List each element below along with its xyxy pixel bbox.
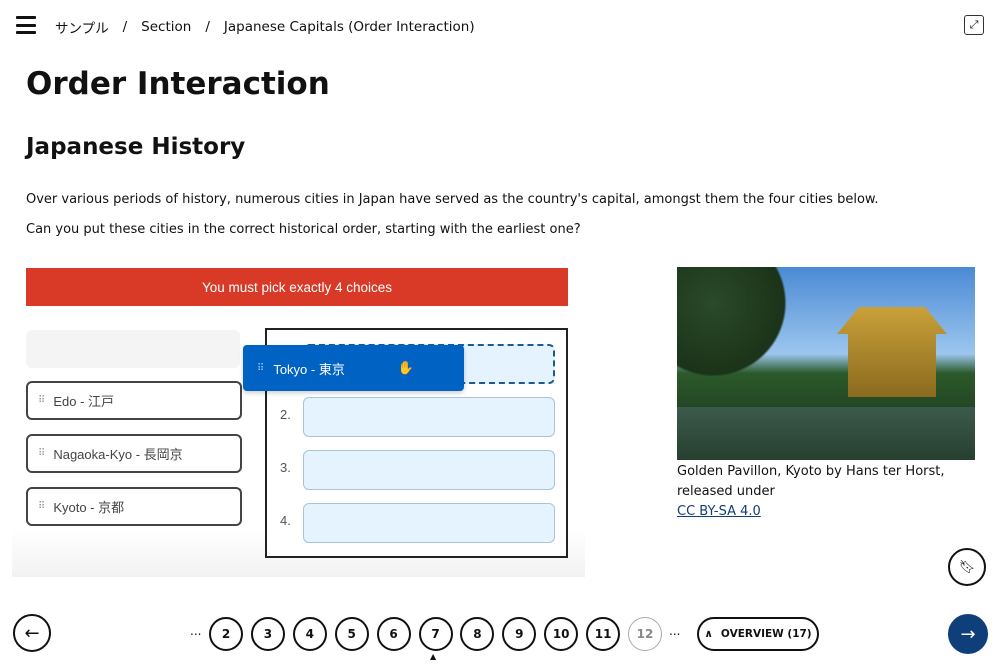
previous-button[interactable]: ← — [13, 614, 51, 652]
breadcrumb-separator: / — [122, 19, 128, 35]
slot-number: 2. — [280, 407, 291, 422]
hand-cursor-icon: ✋ — [397, 360, 414, 375]
bookmark-button[interactable]: 🔖︎ — [948, 548, 986, 586]
dragged-choice[interactable]: ⠿ Tokyo - 東京 ✋ — [243, 345, 464, 391]
choice-label: Nagaoka-Kyo - 長岡京 — [53, 447, 183, 462]
drag-handle-icon: ⠿ — [38, 448, 45, 459]
page-title: Order Interaction — [26, 66, 330, 102]
page-button-2[interactable]: 2 — [209, 617, 243, 651]
current-page-indicator-icon: ▲ — [430, 652, 437, 661]
ellipsis: ... — [669, 624, 681, 638]
error-banner: You must pick exactly 4 choices — [26, 268, 568, 306]
page-button-5[interactable]: 5 — [334, 617, 369, 651]
page-button-9[interactable]: 9 — [502, 617, 537, 651]
drag-handle-icon: ⠿ — [38, 395, 45, 406]
drag-handle-icon: ⠿ — [38, 501, 45, 512]
page-button-3[interactable]: 3 — [250, 617, 285, 651]
overview-button[interactable]: ∧ OVERVIEW (17) — [697, 617, 819, 651]
choice-item[interactable]: ⠿ Edo - 江戸 — [26, 381, 242, 420]
page-button-12[interactable]: 12 — [628, 617, 662, 651]
next-button[interactable]: → — [948, 614, 988, 654]
breadcrumb-item[interactable]: Section — [141, 19, 191, 35]
overview-label: OVERVIEW (17) — [720, 628, 812, 640]
breadcrumb-item: Japanese Capitals (Order Interaction) — [223, 19, 475, 35]
choice-item[interactable]: ⠿ Kyoto - 京都 — [26, 487, 242, 526]
slot-number: 3. — [280, 460, 291, 475]
caption-text: Golden Pavillon, Kyoto by Hans ter Horst… — [677, 464, 945, 499]
slot-number: 4. — [280, 513, 291, 528]
page-button-11[interactable]: 11 — [586, 617, 621, 651]
choice-label: Edo - 江戸 — [53, 394, 115, 409]
page-button-6[interactable]: 6 — [376, 617, 411, 651]
breadcrumb: サンプル / Section / Japanese Capitals (Orde… — [55, 17, 475, 37]
breadcrumb-item[interactable]: サンプル — [55, 17, 109, 37]
fullscreen-icon[interactable]: ⤢ — [964, 15, 984, 35]
drag-handle-icon: ⠿ — [257, 362, 264, 374]
ellipsis: ... — [190, 624, 202, 638]
license-link[interactable]: CC BY-SA 4.0 — [677, 504, 761, 519]
choice-item[interactable]: ⠿ Nagaoka-Kyo - 長岡京 — [26, 434, 242, 473]
chevron-up-icon: ∧ — [704, 628, 713, 640]
menu-button[interactable] — [16, 16, 36, 34]
choice-label: Kyoto - 京都 — [53, 500, 125, 515]
image-caption: Golden Pavillon, Kyoto by Hans ter Horst… — [677, 462, 1000, 522]
drag-placeholder — [26, 330, 240, 368]
arrow-right-icon: → — [960, 623, 976, 645]
page-button-8[interactable]: 8 — [460, 617, 495, 651]
section-title: Japanese History — [26, 134, 246, 160]
order-interaction: You must pick exactly 4 choices ⠿ Edo - 江… — [12, 262, 585, 577]
page-button-10[interactable]: 10 — [544, 617, 579, 651]
breadcrumb-separator: / — [205, 19, 210, 35]
arrow-left-icon: ← — [24, 622, 40, 644]
golden-pavilion-photo — [677, 267, 975, 460]
drop-slot-4[interactable] — [303, 503, 555, 543]
page-button-4[interactable]: 4 — [292, 617, 327, 651]
page-button-7[interactable]: 7 — [418, 617, 453, 651]
bookmark-icon: 🔖︎ — [958, 559, 976, 575]
question-text: Can you put these cities in the correct … — [26, 222, 581, 237]
intro-text: Over various periods of history, numerou… — [26, 192, 879, 207]
choice-label: Tokyo - 東京 — [273, 361, 345, 377]
drop-slot-2[interactable] — [303, 397, 555, 437]
drop-slot-3[interactable] — [303, 450, 555, 490]
